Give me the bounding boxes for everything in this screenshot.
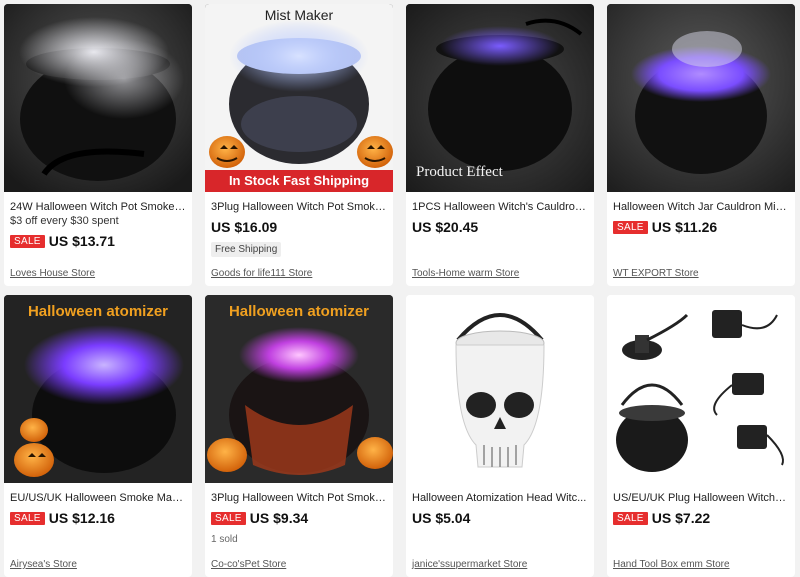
store-link[interactable]: Goods for life111 Store — [211, 268, 312, 279]
product-image[interactable] — [607, 4, 795, 192]
promo-text: $3 off every $30 spent — [10, 215, 119, 227]
product-price: US $16.09 — [211, 219, 278, 235]
product-title[interactable]: Halloween Witch Jar Cauldron Mist... — [613, 200, 789, 214]
price-row: US $5.04 — [412, 509, 588, 527]
product-card[interactable]: Halloween atomizer 3Plug Halloween Witch… — [205, 295, 393, 577]
product-title[interactable]: 24W Halloween Witch Pot Smoke ... — [10, 200, 186, 214]
product-title[interactable]: EU/US/UK Halloween Smoke Mach... — [10, 491, 186, 505]
product-price: US $5.04 — [412, 510, 471, 526]
product-price: US $11.26 — [651, 219, 718, 235]
product-info: EU/US/UK Halloween Smoke Mach... SALE US… — [4, 483, 192, 577]
price-row: SALE US $9.34 — [211, 509, 387, 527]
product-title[interactable]: 1PCS Halloween Witch's Cauldron ... — [412, 200, 588, 214]
product-info: US/EU/UK Plug Halloween Witch Ja... SALE… — [607, 483, 795, 577]
product-card[interactable]: 24W Halloween Witch Pot Smoke ... $3 off… — [4, 4, 192, 286]
product-info: Halloween Witch Jar Cauldron Mist... SAL… — [607, 192, 795, 286]
product-card[interactable]: Product Effect 1PCS Halloween Witch's Ca… — [406, 4, 594, 286]
free-shipping-badge: Free Shipping — [211, 242, 282, 257]
product-image[interactable]: Mist Maker In Stock Fast Shipping — [205, 4, 393, 192]
store-link[interactable]: WT EXPORT Store — [613, 268, 699, 279]
product-image[interactable]: Halloween atomizer — [205, 295, 393, 483]
product-title[interactable]: US/EU/UK Plug Halloween Witch Ja... — [613, 491, 789, 505]
product-image[interactable] — [4, 4, 192, 192]
sale-badge: SALE — [211, 511, 246, 525]
product-price: US $13.71 — [48, 233, 115, 249]
product-price: US $20.45 — [412, 219, 479, 235]
product-price: US $7.22 — [651, 510, 711, 526]
sold-count: 1 sold — [211, 534, 238, 545]
product-image[interactable] — [607, 295, 795, 483]
store-link[interactable]: Loves House Store — [10, 268, 95, 279]
sale-badge: SALE — [10, 511, 45, 525]
skull-bucket-icon — [406, 295, 594, 483]
sale-badge: SALE — [613, 511, 648, 525]
price-row: SALE US $11.26 — [613, 218, 789, 236]
store-link[interactable]: Airysea's Store — [10, 559, 77, 570]
store-link[interactable]: Tools-Home warm Store — [412, 268, 519, 279]
product-card[interactable]: Halloween Witch Jar Cauldron Mist... SAL… — [607, 4, 795, 286]
product-title[interactable]: Halloween Atomization Head Witc... — [412, 491, 588, 505]
product-card[interactable]: Halloween atomizer EU/US/UK Halloween Sm… — [4, 295, 192, 577]
product-image[interactable]: Product Effect — [406, 4, 594, 192]
sale-badge: SALE — [10, 234, 45, 248]
product-card[interactable]: Halloween Atomization Head Witc... US $5… — [406, 295, 594, 577]
store-link[interactable]: Co-co'sPet Store — [211, 559, 286, 570]
product-info: 3Plug Halloween Witch Pot Smoke ... US $… — [205, 192, 393, 286]
price-row: SALE US $13.71 — [10, 232, 186, 250]
product-info: Halloween Atomization Head Witc... US $5… — [406, 483, 594, 577]
product-info: 1PCS Halloween Witch's Cauldron ... US $… — [406, 192, 594, 286]
product-image[interactable]: Halloween atomizer — [4, 295, 192, 483]
product-grid: 24W Halloween Witch Pot Smoke ... $3 off… — [4, 4, 795, 577]
product-card[interactable]: US/EU/UK Plug Halloween Witch Ja... SALE… — [607, 295, 795, 577]
product-info: 24W Halloween Witch Pot Smoke ... $3 off… — [4, 192, 192, 286]
product-image[interactable] — [406, 295, 594, 483]
product-info: 3Plug Halloween Witch Pot Smoke ... SALE… — [205, 483, 393, 577]
price-row: US $16.09 — [211, 218, 387, 236]
product-card[interactable]: Mist Maker In Stock Fast Shipping 3Plug … — [205, 4, 393, 286]
price-row: SALE US $12.16 — [10, 509, 186, 527]
store-link[interactable]: janice'ssupermarket Store — [412, 559, 527, 570]
price-row: SALE US $7.22 — [613, 509, 789, 527]
product-title[interactable]: 3Plug Halloween Witch Pot Smoke ... — [211, 200, 387, 214]
product-title[interactable]: 3Plug Halloween Witch Pot Smoke ... — [211, 491, 387, 505]
product-price: US $9.34 — [249, 510, 309, 526]
price-row: US $20.45 — [412, 218, 588, 236]
sale-badge: SALE — [613, 220, 648, 234]
product-price: US $12.16 — [48, 510, 115, 526]
store-link[interactable]: Hand Tool Box emm Store — [613, 559, 730, 570]
